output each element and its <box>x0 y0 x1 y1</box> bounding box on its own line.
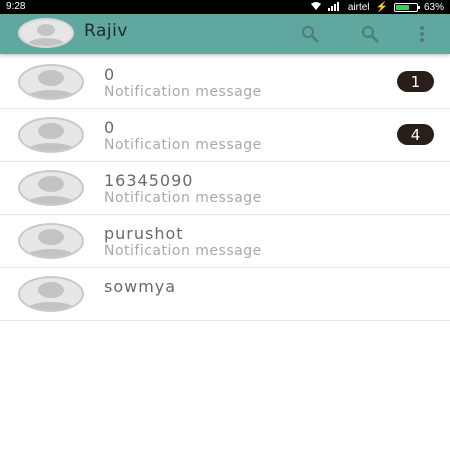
app-toolbar: Rajiv <box>0 14 450 54</box>
status-bar: 9:28 airtel ⚡ 63% <box>0 0 450 14</box>
avatar <box>18 117 84 153</box>
person-icon <box>25 70 77 98</box>
avatar <box>18 170 84 206</box>
search-icon[interactable] <box>298 22 322 46</box>
charging-icon: ⚡ <box>375 1 388 13</box>
person-icon <box>25 282 77 310</box>
person-icon <box>25 123 77 151</box>
message-preview: Notification message <box>104 243 262 259</box>
person-icon <box>25 229 77 257</box>
unread-badge: 4 <box>397 124 434 145</box>
contact-name: purushot <box>104 224 184 243</box>
message-preview: Notification message <box>104 137 262 153</box>
toolbar-avatar[interactable] <box>18 18 74 48</box>
avatar <box>18 276 84 312</box>
list-item[interactable]: 16345090 Notification message <box>0 162 450 215</box>
list-item[interactable]: 0 Notification message 1 <box>0 56 450 109</box>
list-item[interactable]: sowmya <box>0 268 450 321</box>
toolbar-title: Rajiv <box>84 21 128 41</box>
battery-percent: 63% <box>423 1 444 13</box>
list-item[interactable]: 0 Notification message 4 <box>0 109 450 162</box>
contact-name: sowmya <box>104 277 177 296</box>
overflow-menu-icon[interactable] <box>410 22 434 46</box>
conversation-list: 0 Notification message 1 0 Notification … <box>0 56 450 321</box>
person-icon <box>26 24 66 46</box>
status-time: 9:28 <box>6 1 26 12</box>
contact-name: 0 <box>104 118 116 137</box>
unread-badge: 1 <box>397 71 434 92</box>
status-indicators: airtel ⚡ 63% <box>310 1 444 13</box>
message-preview: Notification message <box>104 190 262 206</box>
battery-icon <box>393 2 420 12</box>
search-icon[interactable] <box>358 22 382 46</box>
avatar <box>18 223 84 259</box>
signal-icon <box>327 1 342 14</box>
wifi-icon <box>310 1 322 14</box>
carrier-name: airtel <box>347 1 370 13</box>
list-item[interactable]: purushot Notification message <box>0 215 450 268</box>
person-icon <box>25 176 77 204</box>
avatar <box>18 64 84 100</box>
message-preview: Notification message <box>104 84 262 100</box>
contact-name: 0 <box>104 65 116 84</box>
contact-name: 16345090 <box>104 171 194 190</box>
